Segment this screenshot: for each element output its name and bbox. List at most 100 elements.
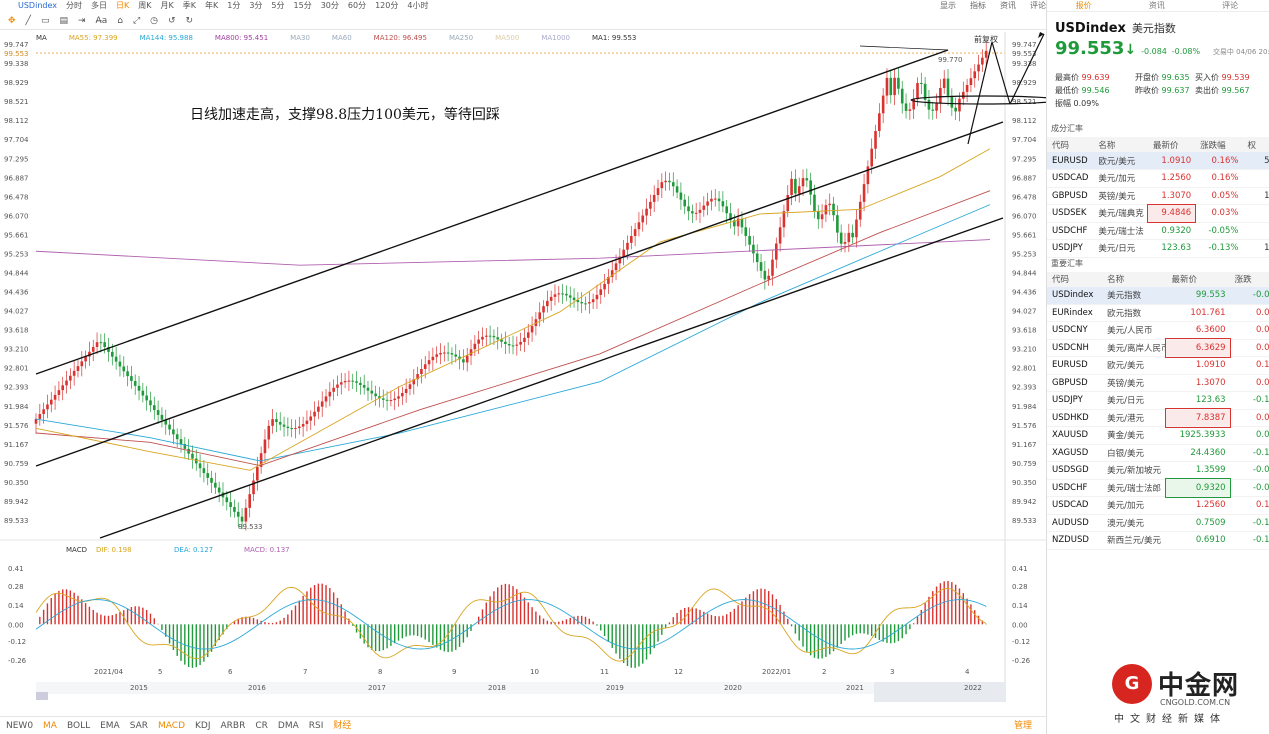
macd-bar — [54, 593, 56, 625]
tool-icon[interactable]: ⌂ — [117, 12, 123, 29]
period-tab[interactable]: 3分 — [249, 1, 262, 10]
candle-body — [389, 400, 393, 402]
table-row[interactable]: USDCNY美元/人民币6.36000.02% — [1047, 321, 1269, 340]
period-tab[interactable]: 分时 — [66, 1, 82, 10]
indicator-tab[interactable]: CR — [255, 717, 268, 734]
candlestick-chart[interactable]: 99.747 99.74799.553 99.55399.338 99.33898.9… — [0, 32, 1046, 702]
period-tab[interactable]: 季K — [183, 1, 196, 10]
macd-bar — [684, 607, 686, 625]
table-row[interactable]: USDHKD美元/港元7.83870.01% — [1047, 408, 1269, 428]
candle-body — [717, 198, 721, 202]
tool-icon[interactable]: ⇥ — [78, 12, 86, 29]
table-row[interactable]: EURUSD欧元/美元1.09100.16%57.6 — [1047, 152, 1269, 170]
cell-code: GBPUSD — [1047, 374, 1103, 392]
table-row[interactable]: USDCAD美元/加元1.25600.16%9.1 — [1047, 169, 1269, 188]
candle-body — [763, 270, 767, 280]
indicator-tab[interactable]: BOLL — [67, 717, 90, 734]
indicator-tab[interactable]: KDJ — [195, 717, 211, 734]
sidebar-tab[interactable]: 报价 — [1047, 0, 1120, 11]
period-tab[interactable]: 30分 — [321, 1, 339, 10]
period-tab[interactable]: 日K — [116, 1, 129, 10]
cell-name: 美元/离岸人民币 — [1102, 339, 1167, 357]
indicator-tab[interactable]: RSI — [309, 717, 324, 734]
head-link[interactable]: 显示 — [940, 1, 956, 10]
period-tab[interactable]: 5分 — [271, 1, 284, 10]
macd-bar — [592, 621, 594, 625]
column-header: 名称 — [1093, 137, 1148, 152]
tool-icon[interactable]: ▤ — [59, 12, 68, 29]
price-stats: 最高价 99.639 开盘价 99.635 买入价 99.539 最低价 99.546… — [1047, 72, 1269, 109]
indicator-tab[interactable]: NEW0 — [6, 717, 33, 734]
table-row[interactable]: EURindex欧元指数101.7610.07% — [1047, 304, 1269, 322]
macd-bar — [92, 609, 94, 625]
candle-body — [507, 343, 511, 346]
tool-icon[interactable]: ↺ — [168, 12, 176, 29]
ma-label[interactable]: MA — [36, 34, 47, 42]
tool-icon[interactable]: ⤢ — [133, 12, 140, 29]
indicator-tab[interactable]: MACD — [158, 717, 185, 734]
table-row[interactable]: GBPUSD英镑/美元1.30700.05%11.9 — [1047, 187, 1269, 205]
manage-button[interactable]: 管理 — [1014, 717, 1032, 734]
table-row[interactable]: USDCHF美元/瑞士法0.9320-0.05%3.6 — [1047, 222, 1269, 240]
table-row[interactable]: USDSEK美元/瑞典克9.48460.03%4.2 — [1047, 203, 1269, 223]
table-row[interactable]: USDCNH美元/离岸人民币6.36290.08% — [1047, 338, 1269, 358]
table-row[interactable]: NZDUSD新西兰元/美元0.6910-0.17% — [1047, 531, 1269, 550]
sidebar-tab[interactable]: 评论 — [1194, 0, 1267, 11]
macd-bar — [489, 596, 491, 625]
macd-bar — [397, 624, 400, 641]
sidebar-tab[interactable]: 资讯 — [1120, 0, 1193, 11]
sidebar-tabs: 报价 资讯 评论 — [1047, 0, 1269, 12]
candle-body — [958, 98, 961, 112]
chart-area[interactable]: 99.747 99.747 99.553 99.553 99.338 99.338 98.9… — [0, 32, 1046, 702]
cell-change: 0.00% — [1229, 426, 1269, 445]
macd-bar — [374, 624, 377, 652]
scroll-handle[interactable] — [36, 692, 48, 700]
table-row[interactable]: USDCHF美元/瑞士法郎0.9320-0.05% — [1047, 478, 1269, 498]
table-row[interactable]: USDJPY美元/日元123.63-0.13%13.6 — [1047, 239, 1269, 258]
head-link[interactable]: 资讯 — [1000, 1, 1016, 10]
indicator-tab[interactable]: DMA — [278, 717, 299, 734]
period-tab[interactable]: 4小时 — [407, 1, 428, 10]
indicator-tab[interactable]: EMA — [100, 717, 120, 734]
period-tab[interactable]: 月K — [160, 1, 173, 10]
candle-body — [671, 182, 675, 187]
table-row[interactable]: XAUUSD黄金/美元1925.39330.00% — [1047, 426, 1269, 445]
tool-icon[interactable]: A̶a — [96, 12, 108, 29]
candle-body — [305, 420, 309, 425]
table-row[interactable]: USDJPY美元/日元123.63-0.13% — [1047, 391, 1269, 410]
candle-body — [462, 359, 465, 363]
tool-icon[interactable]: ╱ — [26, 12, 31, 29]
indicator-tab[interactable]: ARBR — [221, 717, 246, 734]
table-row[interactable]: EURUSD欧元/美元1.09100.16% — [1047, 356, 1269, 375]
table-row[interactable]: GBPUSD英镑/美元1.30700.05% — [1047, 374, 1269, 392]
macd-bar — [687, 607, 690, 625]
navigator-window[interactable] — [874, 682, 1006, 702]
adjust-button[interactable]: 前复权 — [974, 34, 998, 45]
period-tab[interactable]: 60分 — [348, 1, 366, 10]
cell-price: 101.761 — [1166, 304, 1230, 322]
indicator-tab[interactable]: SAR — [130, 717, 148, 734]
table-row[interactable]: USDSGD美元/新加坡元1.3599-0.04% — [1047, 461, 1269, 480]
indicator-tab[interactable]: MA — [43, 717, 57, 734]
period-tab[interactable]: 15分 — [294, 1, 312, 10]
macd-bar — [111, 615, 114, 625]
period-tab[interactable]: 多日 — [91, 1, 107, 10]
table-row[interactable]: USDindex美元指数99.553-0.08% — [1047, 286, 1269, 305]
tool-icon[interactable]: ↻ — [186, 12, 194, 29]
tool-icon[interactable]: ◷ — [150, 12, 158, 29]
table-row[interactable]: AUDUSD澳元/美元0.7509-0.11% — [1047, 514, 1269, 532]
period-tab[interactable]: 周K — [138, 1, 151, 10]
period-tab[interactable]: 120分 — [375, 1, 398, 10]
period-tab[interactable]: 1分 — [227, 1, 240, 10]
tool-icon[interactable]: ✥ — [8, 12, 16, 29]
candle-body — [778, 227, 782, 244]
macd-bar — [119, 612, 121, 625]
head-link[interactable]: 评论 — [1030, 1, 1046, 10]
indicator-tab[interactable]: 财经 — [333, 717, 351, 734]
cell-code: USDCAD — [1047, 169, 1094, 188]
table-row[interactable]: XAGUSD白银/美元24.4360-0.12% — [1047, 444, 1269, 462]
table-row[interactable]: USDCAD美元/加元1.25600.16% — [1047, 496, 1269, 515]
tool-icon[interactable]: ▭ — [41, 12, 50, 29]
period-tab[interactable]: 年K — [205, 1, 218, 10]
head-link[interactable]: 指标 — [970, 1, 986, 10]
